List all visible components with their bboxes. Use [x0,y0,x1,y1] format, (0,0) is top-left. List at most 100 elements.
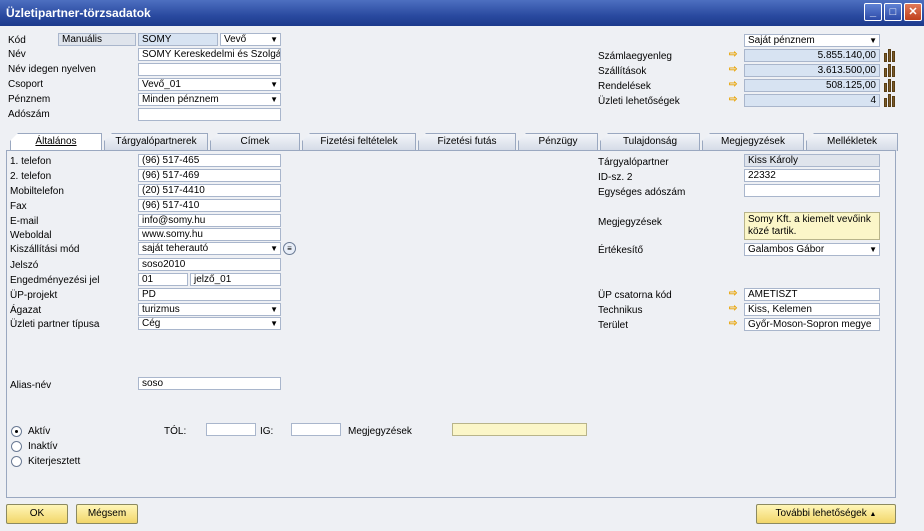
fax-label: Fax [10,201,27,212]
link-arrow-icon[interactable]: ⇨ [729,319,743,329]
up-csatorna-label: ÜP csatorna kód [598,290,672,301]
up-projekt-label: ÜP-projekt [10,290,58,301]
kiterjesztett-radio[interactable] [11,456,22,467]
uzleti-lehetosegek-field: 4 [744,94,880,107]
kod-field[interactable]: SOMY [138,33,218,46]
link-arrow-icon[interactable]: ⇨ [729,65,743,75]
megjegyzesek-field[interactable]: Somy Kft. a kiemelt vevőink közé tartik. [744,212,880,240]
kod-label: Kód [8,35,26,46]
engedmeny-field-1[interactable]: 01 [138,273,188,286]
link-arrow-icon[interactable]: ⇨ [729,304,743,314]
inaktiv-label: Inaktív [28,441,58,452]
tab-tulajdonsag[interactable]: Tulajdonság [600,133,700,151]
tol-field[interactable] [206,423,256,436]
inaktiv-radio[interactable] [11,441,22,452]
nev-idegen-field[interactable] [138,63,281,76]
ig-label: IG: [260,426,274,437]
link-arrow-icon[interactable]: ⇨ [729,289,743,299]
link-arrow-icon[interactable]: ⇨ [729,50,743,60]
rendelesek-field: 508.125,00 [744,79,880,92]
chart-icon[interactable] [884,79,896,92]
web-field[interactable]: www.somy.hu [138,228,281,241]
ok-button[interactable]: OK [6,504,68,524]
szamlaegyenleg-label: Számlaegyenleg [598,51,672,62]
window-title: Üzletipartner-törzsadatok [6,6,151,20]
csoport-select[interactable]: Vevő_01 [138,78,281,91]
egyseges-field[interactable] [744,184,880,197]
telefon2-field[interactable]: (96) 517-469 [138,169,281,182]
agazat-label: Ágazat [10,305,42,316]
chart-icon[interactable] [884,94,896,107]
szamlaegyenleg-field: 5.855.140,00 [744,49,880,62]
ertekesito-select[interactable]: Galambos Gábor [744,243,880,256]
kod-mode[interactable]: Manuális [58,33,136,46]
cancel-button[interactable]: Mégsem [76,504,138,524]
szallitasi-select[interactable]: saját teherautó [138,242,281,255]
mobil-field[interactable]: (20) 517-4410 [138,184,281,197]
up-csatorna-field[interactable]: AMETISZT [744,288,880,301]
tab-bar: Általános Tárgyalópartnerek Címek Fizeté… [6,133,898,152]
close-icon[interactable]: ✕ [904,3,922,21]
link-arrow-icon[interactable]: ⇨ [729,80,743,90]
tol-label: TÓL: [164,426,187,437]
alias-field[interactable]: soso [138,377,281,390]
tab-penzugy[interactable]: Pénzügy [518,133,598,151]
tab-mellekletek[interactable]: Mellékletek [806,133,898,151]
web-label: Weboldal [10,230,52,241]
mobil-label: Mobiltelefon [10,186,64,197]
partner-tipus-select[interactable]: Cég [138,317,281,330]
adoszam-field[interactable] [138,108,281,121]
tab-cimek[interactable]: Címek [210,133,300,151]
rendelesek-label: Rendelések [598,81,651,92]
telefon1-field[interactable]: (96) 517-465 [138,154,281,167]
status-megj-field[interactable] [452,423,587,436]
targyalo-field[interactable]: Kiss Károly [744,154,880,167]
idsz2-field[interactable]: 22332 [744,169,880,182]
telefon2-label: 2. telefon [10,171,52,182]
uzleti-lehetosegek-label: Üzleti lehetőségek [598,96,680,107]
tab-fizetesi-futas[interactable]: Fizetési futás [418,133,516,151]
jelszo-label: Jelszó [10,260,39,271]
engedmeny-field-2[interactable]: jelző_01 [190,273,281,286]
chart-icon[interactable] [884,49,896,62]
agazat-select[interactable]: turizmus [138,303,281,316]
maximize-icon[interactable]: □ [884,3,902,21]
engedmeny-label: Engedményezési jel [10,275,100,286]
penznem-select[interactable]: Minden pénznem [138,93,281,106]
nev-label: Név [8,49,26,60]
currency-select[interactable]: Saját pénznem [744,34,880,47]
fax-field[interactable]: (96) 517-410 [138,199,281,212]
megjegyzesek-label: Megjegyzések [598,217,662,228]
ig-field[interactable] [291,423,341,436]
up-projekt-field[interactable]: PD [138,288,281,301]
link-arrow-icon[interactable]: ⇨ [729,95,743,105]
kod-type-select[interactable]: Vevő [220,33,281,46]
email-label: E-mail [10,216,39,227]
terulet-label: Terület [598,320,629,331]
status-megj-label: Megjegyzések [348,426,412,437]
email-field[interactable]: info@somy.hu [138,214,281,227]
title-bar: Üzletipartner-törzsadatok _ □ ✕ [0,0,924,26]
aktiv-label: Aktív [28,426,51,437]
aktiv-radio[interactable] [11,426,22,437]
arrow-up-icon: ▲ [869,511,877,518]
terulet-field[interactable]: Győr-Moson-Sopron megye [744,318,880,331]
technikus-field[interactable]: Kiss, Kelemen [744,303,880,316]
kiterjesztett-label: Kiterjesztett [28,456,81,467]
szallitasok-label: Szállítások [598,66,647,77]
more-options-button[interactable]: További lehetőségek ▲ [756,504,896,524]
alias-label: Alias-név [10,380,52,391]
tab-fizetesi-feltetelek[interactable]: Fizetési feltételek [302,133,416,151]
telefon1-label: 1. telefon [10,156,52,167]
csoport-label: Csoport [8,79,44,90]
tab-megjegyzesek[interactable]: Megjegyzések [702,133,804,151]
egyseges-label: Egységes adószám [598,187,686,198]
list-icon[interactable]: ≡ [283,242,296,255]
nev-idegen-label: Név idegen nyelven [8,64,96,75]
tab-targyalopartnerek[interactable]: Tárgyalópartnerek [104,133,208,151]
chart-icon[interactable] [884,64,896,77]
jelszo-field[interactable]: soso2010 [138,258,281,271]
adoszam-label: Adószám [8,109,50,120]
nev-field[interactable]: SOMY Kereskedelmi és Szolgálta [138,48,281,61]
minimize-icon[interactable]: _ [864,3,882,21]
